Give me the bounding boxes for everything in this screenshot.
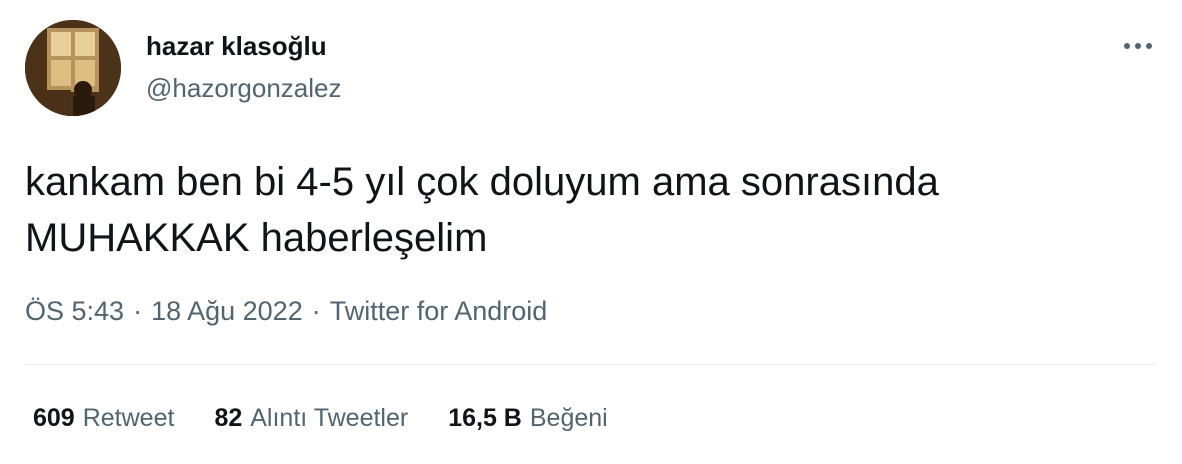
tweet-source[interactable]: Twitter for Android <box>330 296 548 326</box>
quotes-label: Alıntı Tweetler <box>250 404 409 432</box>
more-horizontal-icon[interactable] <box>1120 34 1156 58</box>
retweets-stat[interactable]: 609 Retweet <box>33 404 174 433</box>
tweet-stats: 609 Retweet 82 Alıntı Tweetler 16,5 B Be… <box>33 404 608 433</box>
author-handle[interactable]: @hazorgonzalez <box>146 73 342 104</box>
meta-separator: · <box>311 296 321 326</box>
tweet-text-line: MUHAKKAK haberleşelim <box>25 216 488 260</box>
retweets-label: Retweet <box>82 404 175 432</box>
retweets-count: 609 <box>33 404 75 432</box>
divider <box>25 364 1156 365</box>
tweet-text-line: kankam ben bi 4-5 yıl çok doluyum ama so… <box>25 160 939 204</box>
quotes-stat[interactable]: 82 Alıntı Tweetler <box>214 404 408 433</box>
quotes-count: 82 <box>214 404 243 432</box>
likes-label: Beğeni <box>529 404 608 432</box>
author-display-name[interactable]: hazar klasoğlu <box>146 31 327 62</box>
meta-separator: · <box>133 296 143 326</box>
tweet-card: hazar klasoğlu @hazorgonzalez kankam ben… <box>0 0 1182 464</box>
tweet-time[interactable]: ÖS 5:43 <box>25 296 124 326</box>
avatar[interactable] <box>25 20 121 116</box>
tweet-meta: ÖS 5:43 · 18 Ağu 2022 · Twitter for Android <box>25 296 547 327</box>
likes-stat[interactable]: 16,5 B Beğeni <box>448 404 608 433</box>
avatar-image <box>25 20 121 116</box>
tweet-text: kankam ben bi 4-5 yıl çok doluyum ama so… <box>25 154 1155 266</box>
tweet-date[interactable]: 18 Ağu 2022 <box>151 296 303 326</box>
likes-count: 16,5 B <box>448 404 522 432</box>
